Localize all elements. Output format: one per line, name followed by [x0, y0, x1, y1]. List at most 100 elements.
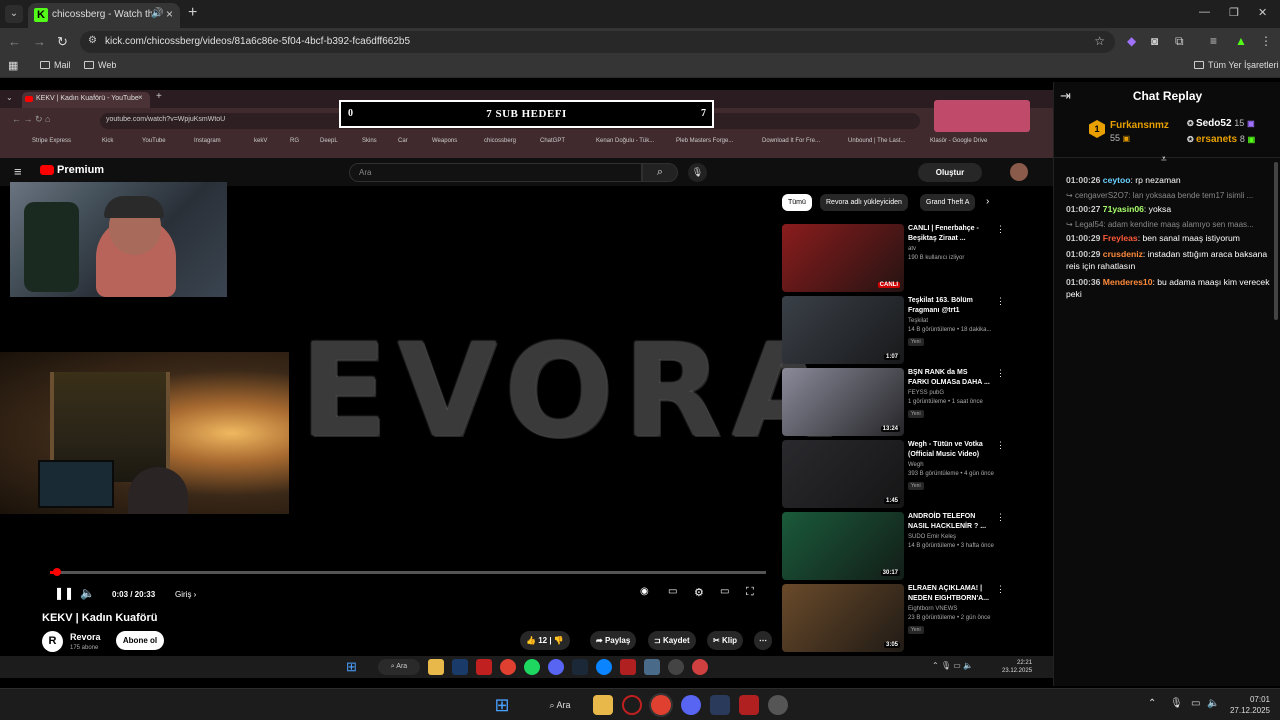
forward-button[interactable]: →: [33, 34, 46, 49]
more-options-icon: ⋮: [996, 440, 1005, 450]
steam-icon: [572, 659, 588, 675]
bookmark-web[interactable]: Web: [84, 60, 116, 70]
kick-favicon-icon: K: [34, 8, 48, 22]
inner-bookmark: Kenan Doğulu - Tük...: [596, 138, 655, 144]
webcam-overlay-face: [10, 182, 227, 297]
tray-overflow-icon[interactable]: ⌃: [1148, 698, 1156, 709]
microphone-icon: 🎙: [688, 163, 707, 182]
tab-title: chicossberg - Watch the VOD: [52, 9, 152, 20]
tab-audio-icon[interactable]: 🔊: [151, 8, 163, 19]
address-bar[interactable]: ⚙ kick.com/chicossberg/videos/81a6c86e-5…: [80, 31, 1115, 53]
reply-preview[interactable]: ↪ Legal54: adam kendine maaş alamıyo sen…: [1066, 219, 1274, 231]
extension-icon[interactable]: ◆: [1127, 34, 1136, 48]
site-info-icon[interactable]: ⚙: [88, 35, 97, 46]
apps-grid-icon[interactable]: ▦: [8, 59, 18, 72]
streamer-taskbar: ⊞ ⌕ Ara ⌃ 🎙 ▭ 🔈 22:21 23.12.2025: [0, 656, 1053, 678]
file-explorer-icon[interactable]: [593, 695, 613, 715]
bookmark-mail[interactable]: Mail: [40, 60, 71, 70]
recommendation-title: CANLI | Fenerbahçe - Beşiktaş Ziraat ...: [908, 225, 979, 242]
folder-icon: [1194, 61, 1204, 69]
microphone-icon[interactable]: 🎙: [1170, 698, 1183, 709]
leader2[interactable]: ✪ Sedo52 15 ▣: [1187, 118, 1255, 129]
chat-message: 01:00:26 ceytoo: rp nezaman: [1066, 174, 1274, 186]
message-username[interactable]: Menderes10: [1103, 277, 1153, 287]
message-username[interactable]: Freyleas: [1103, 233, 1138, 243]
chevron-right-icon: ›: [986, 196, 990, 207]
scissors-icon: ✂: [713, 636, 722, 645]
gift-icon: ▣: [1247, 119, 1255, 128]
settings-app-icon[interactable]: [768, 695, 788, 715]
inner-back-icon: ← → ↻ ⌂: [12, 114, 51, 124]
opera-icon[interactable]: [622, 695, 642, 715]
recommendation-item: 3:05 ELRAEN AÇIKLAMA! | NEDEN EIGHTBORN'A…: [782, 584, 1052, 652]
new-tab-button[interactable]: +: [188, 5, 197, 21]
network-app-icon[interactable]: [710, 695, 730, 715]
hamburger-menu-icon: ≡: [14, 164, 22, 179]
discord-icon[interactable]: [681, 695, 701, 715]
reply-preview[interactable]: ↪ cengaverS2O7: lan yoksaaa bende tem17 …: [1066, 190, 1274, 202]
inner-date: 23.12.2025: [1002, 668, 1033, 674]
browser-tab-active[interactable]: K chicossberg - Watch the VOD 🔊 ×: [28, 3, 180, 28]
more-options-icon: ⋮: [996, 368, 1005, 378]
recommendation-channel: Wegh: [908, 462, 924, 468]
browser-menu-icon[interactable]: ⋮: [1260, 34, 1272, 48]
message-timestamp: 01:00:29: [1066, 249, 1101, 259]
message-username[interactable]: ceytoo: [1103, 175, 1131, 185]
tab-close-icon[interactable]: ×: [166, 7, 173, 21]
recommendation-thumbnail: 30:17: [782, 512, 904, 580]
save-label: Kaydet: [662, 636, 690, 645]
profile-icon[interactable]: ▲: [1235, 34, 1247, 48]
camera-icon[interactable]: ◙: [1151, 34, 1158, 48]
more-options-icon: ⋮: [996, 296, 1005, 306]
video-duration: CANLI: [877, 282, 900, 288]
minimize-button[interactable]: —: [1199, 6, 1210, 18]
inner-bookmark: YouTube: [142, 138, 166, 144]
recommendation-channel: atv: [908, 246, 917, 252]
chat-scrollbar[interactable]: [1274, 162, 1278, 320]
display-icon[interactable]: ▭: [1191, 698, 1200, 709]
chip-gta: Grand Theft A: [920, 194, 976, 211]
video-duration: 30:17: [880, 570, 900, 576]
bookmark-star-icon[interactable]: ☆: [1094, 34, 1105, 48]
message-text: : rp nezaman: [1130, 175, 1181, 185]
reply-text: cengaverS2O7: lan yoksaaa bende tem17 is…: [1074, 191, 1254, 200]
recommendation-meta: 23 B görüntüleme • 2 gün önce: [908, 615, 991, 621]
inner-bookmark: Weapons: [432, 138, 458, 144]
channel-avatar: R: [42, 631, 63, 652]
expand-leaderboard-icon[interactable]: ⩡: [1161, 154, 1167, 165]
settings-gear-icon: ⚙: [694, 587, 704, 599]
reload-button[interactable]: ↻: [57, 34, 68, 50]
windows-start-icon[interactable]: ⊞: [492, 695, 512, 715]
inner-tab-list-icon: ⌄: [6, 93, 13, 102]
taskbar-search[interactable]: ⌕ Ara: [529, 695, 591, 715]
message-username[interactable]: crusdeniz: [1103, 249, 1143, 259]
all-bookmarks[interactable]: Tüm Yer İşaretleri: [1194, 60, 1279, 70]
recommendation-title: BŞN RANK da MS FARKI OLMASa DAHA ...: [908, 369, 990, 386]
recommendation-title: Wegh - Tütün ve Votka (Official Music Vi…: [908, 441, 983, 458]
app-icon[interactable]: [739, 695, 759, 715]
maximize-button[interactable]: ❐: [1229, 6, 1239, 19]
media-controls-icon[interactable]: ≡: [1210, 34, 1217, 48]
volume-icon[interactable]: 🔈: [1207, 698, 1219, 709]
chat-message: ↪ Legal54: adam kendine maaş alamıyo sen…: [1066, 219, 1274, 244]
back-button[interactable]: ←: [8, 34, 21, 49]
chrome-icon[interactable]: [651, 695, 671, 715]
file-explorer-icon: [428, 659, 444, 675]
inner-bookmark: ChatGPT: [540, 138, 566, 144]
message-username[interactable]: 71yasin06: [1103, 204, 1144, 214]
leader1-name[interactable]: Furkansnmz: [1110, 120, 1169, 131]
extensions-puzzle-icon[interactable]: ⧉: [1175, 34, 1184, 49]
inner-bookmark: chicossberg: [484, 138, 517, 144]
close-window-button[interactable]: ✕: [1258, 6, 1267, 19]
leader3[interactable]: ✪ ersanets 8 ▣: [1187, 134, 1255, 145]
youtube-favicon-icon: [25, 96, 33, 102]
inner-taskbar-search: ⌕ Ara: [378, 659, 420, 675]
tab-search-button[interactable]: ⌄: [5, 5, 23, 23]
fullscreen-icon: ⛶: [746, 586, 754, 598]
filter-chips: Tümü Revora adlı yükleyiciden Grand Thef…: [782, 194, 1002, 214]
chat-header: ⇥ Chat Replay: [1054, 82, 1280, 110]
system-clock[interactable]: 07:01 27.12.2025: [1224, 694, 1270, 716]
chat-replay-panel: ⇥ Chat Replay 1 Furkansnmz 55 ▣ ✪ Sedo52…: [1053, 82, 1280, 686]
stream-video[interactable]: ⌄ KEKV | Kadın Kuaförü - YouTube × + ← →…: [0, 82, 1053, 686]
share-icon: ➦: [596, 636, 605, 645]
